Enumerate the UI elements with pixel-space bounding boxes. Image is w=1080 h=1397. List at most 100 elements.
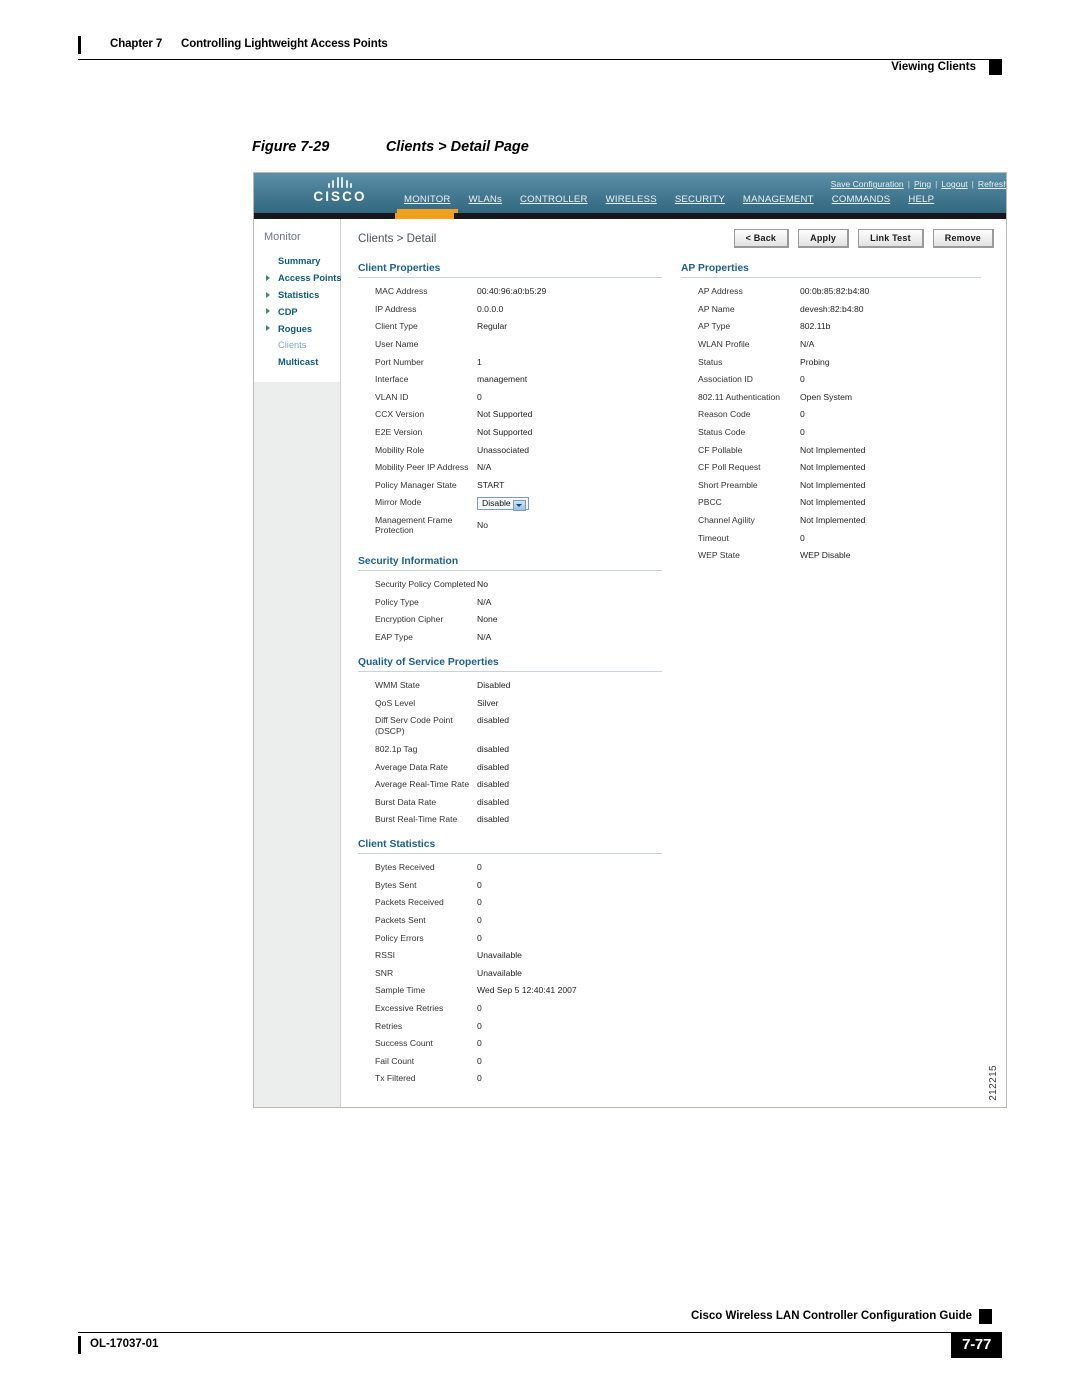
field-value: Silver [477,697,499,708]
nav-wlans-label: WLANs [468,194,503,205]
table-row: Packets Received 0 [358,894,662,912]
table-row: Sample Time Wed Sep 5 12:40:41 2007 [358,982,662,1000]
field-label: WMM State [375,680,420,691]
nav-wlans[interactable]: WLANs [460,194,512,209]
nav-monitor-label: MONITOR [404,194,451,205]
remove-button[interactable]: Remove [932,229,994,248]
mirror-mode-select[interactable]: Disable [477,497,529,512]
table-row: E2E Version Not Supported [358,424,662,442]
sidebar-item-statistics-label: Statistics [278,289,320,300]
field-value: Not Implemented [800,462,866,473]
cisco-wordmark: CISCO [313,189,367,204]
field-value: 0 [477,862,482,873]
field-value: 0 [477,391,482,402]
sidebar-item-clients[interactable]: Clients [254,337,340,354]
divider [358,853,662,854]
chevron-right-icon [266,308,270,315]
sidebar-item-multicast[interactable]: Multicast [254,354,340,371]
table-row: PBCC Not Implemented [681,494,981,512]
table-row: Association ID 0 [681,371,981,389]
running-head: Chapter 7 Controlling Lightweight Access… [78,34,1002,80]
nav-controller[interactable]: CONTROLLER [511,194,597,209]
field-label: WEP State [698,550,740,561]
page-number: 7-77 [951,1332,1002,1358]
field-value: 0 [477,915,482,926]
document-id: OL-17037-01 [90,1338,159,1350]
figure-number: Figure 7-29 [252,139,330,155]
field-value: 00:40:96:a0:b5:29 [477,286,547,297]
field-label: Mobility Role [375,444,425,455]
nav-commands[interactable]: COMMANDS [823,194,900,209]
cisco-logo: CISCO [292,177,388,204]
table-row: IP Address 0.0.0.0 [358,301,662,319]
sidebar-item-cdp[interactable]: CDP [254,303,340,320]
link-test-button[interactable]: Link Test [858,229,924,248]
divider [358,570,662,571]
field-label: IP Address [375,303,417,314]
table-row: CCX Version Not Supported [358,406,662,424]
sidebar-item-summary[interactable]: Summary [254,253,340,270]
action-button-row: < Back Apply Link Test Remove [733,229,994,248]
table-row: RSSI Unavailable [358,947,662,965]
figure-title: Clients > Detail Page [385,139,529,155]
sidebar-item-rogues-label: Rogues [278,323,313,334]
table-row: AP Name devesh:82:b4:80 [681,301,981,319]
field-label: AP Name [698,303,735,314]
sidebar-item-statistics[interactable]: Statistics [254,287,340,304]
apply-button[interactable]: Apply [798,229,850,248]
table-row: Mobility Role Unassociated [358,441,662,459]
nav-security[interactable]: SECURITY [666,194,734,209]
field-label: MAC Address [375,286,428,297]
table-row: AP Type 802.11b [681,318,981,336]
field-label: AP Address [698,286,743,297]
table-row: Status Probing [681,353,981,371]
nav-management[interactable]: MANAGEMENT [734,194,823,209]
table-row: Average Data Rate disabled [358,758,662,776]
table-row: VLAN ID 0 [358,389,662,407]
ap-properties-heading: AP Properties [681,263,749,274]
table-row: Policy Type N/A [358,594,662,612]
table-row: Port Number 1 [358,353,662,371]
field-label: PBCC [698,497,722,508]
table-row: WMM State Disabled [358,677,662,695]
field-label: Success Count [375,1038,433,1049]
nav-help[interactable]: HELP [899,194,943,209]
field-value: No [477,519,488,530]
table-row: Client Type Regular [358,318,662,336]
nav-management-label: MANAGEMENT [742,194,814,205]
breadcrumb: Clients > Detail [358,232,437,245]
nav-wireless[interactable]: WIRELESS [597,194,666,209]
field-value: 0 [800,427,805,438]
field-label: Excessive Retries [375,1003,444,1014]
sidebar-item-rogues[interactable]: Rogues [254,320,340,337]
screenshot-frame: CISCO Save Configuration | Ping | Logout | Ref… [253,172,1007,1108]
field-value: WEP Disable [800,550,851,561]
field-value: N/A [800,339,815,350]
table-row: Short Preamble Not Implemented [681,477,981,495]
field-label: Average Data Rate [375,761,448,772]
field-label: Policy Manager State [375,479,457,490]
chevron-right-icon [266,325,270,332]
refresh-link[interactable]: Refresh [978,179,1006,189]
field-value: disabled [477,779,510,790]
table-row: 802.11 Authentication Open System [681,389,981,407]
field-label: Fail Count [375,1055,415,1066]
back-button[interactable]: < Back [733,229,790,248]
table-row: CF Pollable Not Implemented [681,441,981,459]
field-value: 0.0.0.0 [477,303,504,314]
sidebar-item-access-points[interactable]: Access Points [254,270,342,287]
header-rule [78,59,1002,61]
field-value: 0 [477,1020,482,1031]
ping-link[interactable]: Ping [914,179,931,189]
table-row: Management Frame Protection No [358,514,662,537]
field-label: Interface [375,374,409,385]
table-row: Excessive Retries 0 [358,1000,662,1018]
save-configuration-link[interactable]: Save Configuration [831,179,904,189]
field-label: RSSI [375,950,396,961]
nav-security-label: SECURITY [674,194,725,205]
table-row: Status Code 0 [681,424,981,442]
field-value: Unavailable [477,967,522,978]
nav-monitor[interactable]: MONITOR [395,194,460,213]
main-navigation: MONITOR WLANs CONTROLLER WIRELESS SECURI… [395,194,943,213]
logout-link[interactable]: Logout [941,179,967,189]
